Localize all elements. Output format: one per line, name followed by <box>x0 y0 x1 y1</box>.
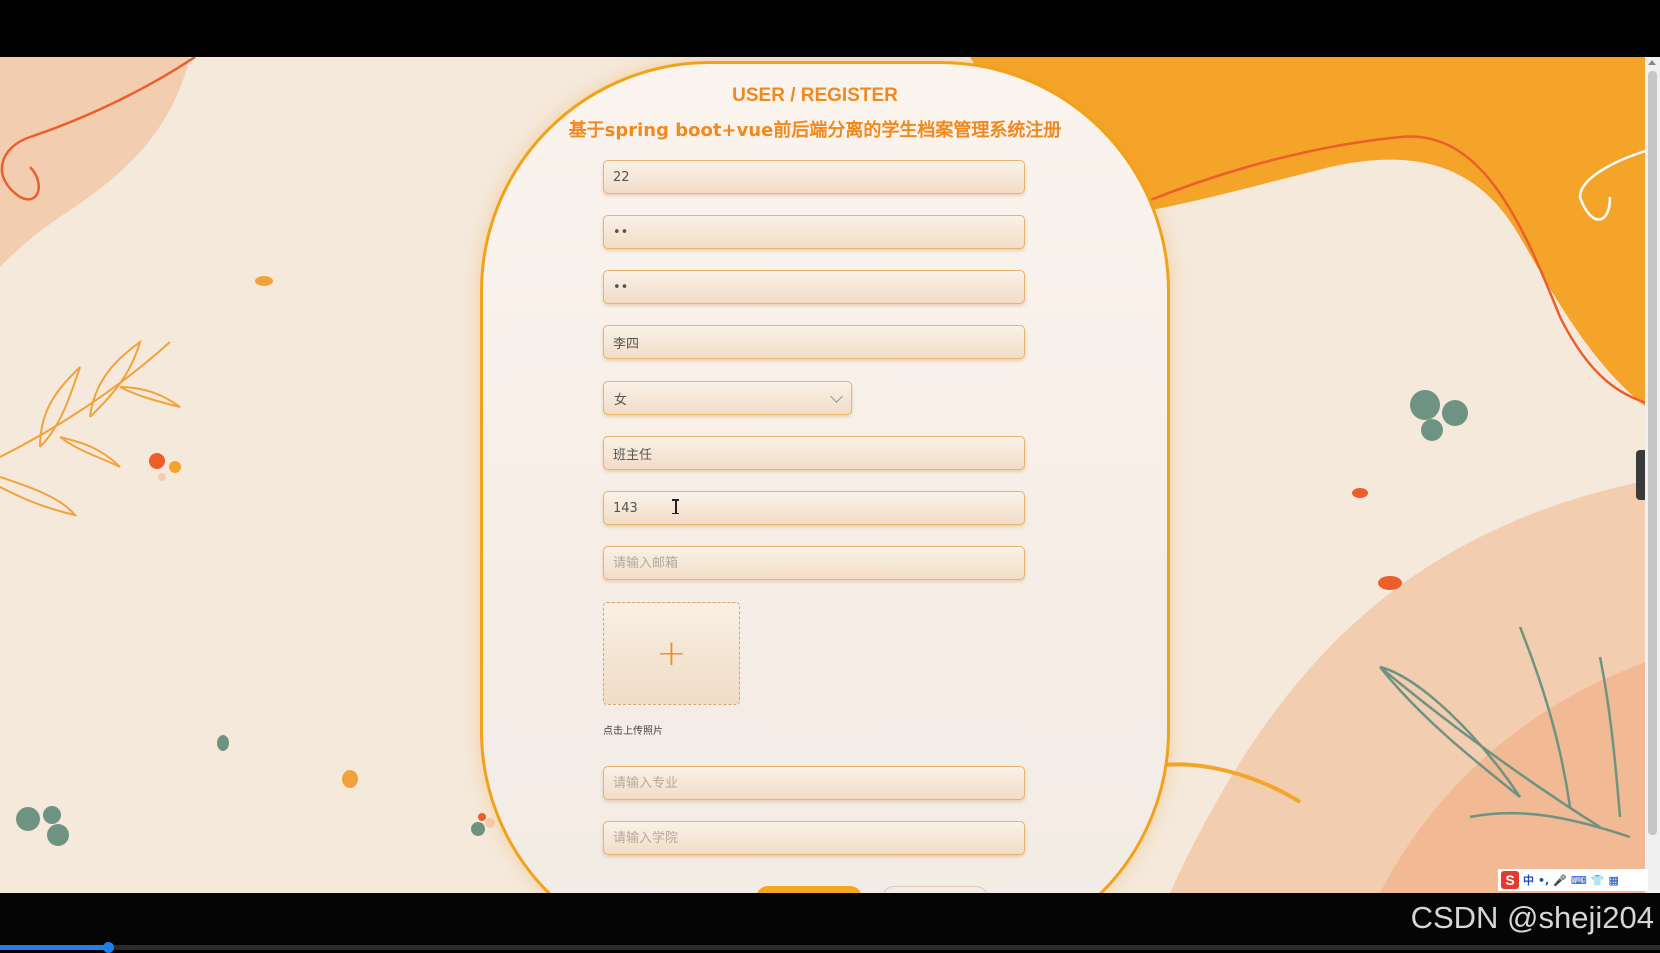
browser-viewport: USER / REGISTER 基于spring boot+vue前后端分离的学… <box>0 57 1660 893</box>
login-button[interactable] <box>882 886 988 893</box>
video-progress-knob[interactable] <box>102 942 114 953</box>
name-field[interactable] <box>603 325 1025 359</box>
password-input[interactable] <box>604 216 1024 248</box>
position-input[interactable] <box>604 437 1024 469</box>
phone-field[interactable] <box>603 491 1025 525</box>
email-field[interactable] <box>603 546 1025 580</box>
confirm-password-field[interactable] <box>603 270 1025 304</box>
photo-upload-button[interactable]: + <box>603 602 740 705</box>
username-input[interactable] <box>604 161 1024 193</box>
gender-select[interactable]: 女 <box>603 381 852 415</box>
phone-input[interactable] <box>604 492 1024 524</box>
email-input[interactable] <box>604 547 1024 579</box>
scroll-up-arrow-icon[interactable] <box>1648 60 1656 65</box>
ime-item-mic[interactable]: 🎤 <box>1553 874 1567 887</box>
text-cursor-icon <box>672 499 679 514</box>
ime-item-skin[interactable]: 👕 <box>1591 874 1605 887</box>
scroll-thumb[interactable] <box>1648 71 1657 835</box>
ime-item-chinese[interactable]: 中 <box>1523 872 1534 888</box>
username-field[interactable] <box>603 160 1025 194</box>
page-title-en: USER / REGISTER <box>732 85 898 106</box>
video-progress-fill <box>0 945 108 950</box>
college-input[interactable] <box>604 822 1024 854</box>
ime-item-keyboard[interactable]: ⌨ <box>1571 874 1587 887</box>
college-field[interactable] <box>603 821 1025 855</box>
upload-label: 点击上传照片 <box>603 726 663 737</box>
major-input[interactable] <box>604 767 1024 799</box>
chevron-down-icon <box>830 389 843 403</box>
video-progress-track[interactable] <box>0 942 1660 953</box>
sogou-logo-icon[interactable]: S <box>1501 871 1519 889</box>
ime-item-toolbox[interactable]: ▦ <box>1609 874 1619 887</box>
watermark: CSDN @sheji204 <box>1410 900 1654 935</box>
page-title-cn: 基于spring boot+vue前后端分离的学生档案管理系统注册 <box>568 120 1062 141</box>
password-field[interactable] <box>603 215 1025 249</box>
top-black-bar <box>0 0 1660 57</box>
register-button[interactable] <box>756 886 862 893</box>
confirm-password-input[interactable] <box>604 271 1024 303</box>
plus-icon: + <box>656 632 687 674</box>
major-field[interactable] <box>603 766 1025 800</box>
position-field[interactable] <box>603 436 1025 470</box>
vertical-scrollbar[interactable] <box>1645 57 1660 893</box>
ime-item-punct[interactable]: •, <box>1538 874 1549 887</box>
name-input[interactable] <box>604 326 1024 358</box>
gender-select-value: 女 <box>614 392 628 408</box>
ime-toolbar[interactable]: S 中 •, 🎤 ⌨ 👕 ▦ <box>1498 869 1648 891</box>
